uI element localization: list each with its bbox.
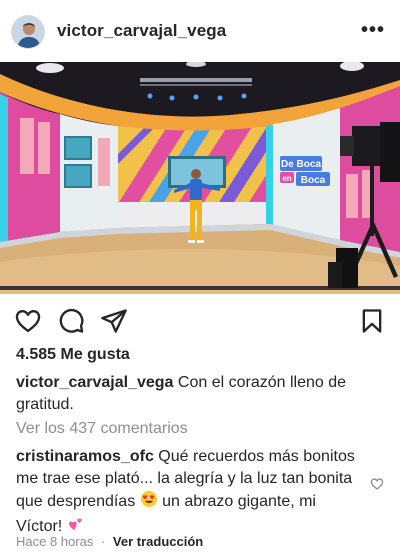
meta-separator: · [100, 534, 106, 549]
see-translation-link[interactable]: Ver traducción [113, 534, 203, 549]
post-meta: Hace 8 horas · Ver traducción [16, 534, 203, 549]
post-header: victor_carvajal_vega ••• [0, 0, 400, 62]
avatar[interactable] [11, 15, 45, 49]
comment: cristinaramos_ofc Qué recuerdos más boni… [16, 446, 361, 540]
likes-count[interactable]: 4.585 Me gusta [16, 346, 130, 364]
bookmark-icon[interactable] [358, 307, 386, 335]
like-heart-icon[interactable] [14, 307, 42, 335]
post-author-username[interactable]: victor_carvajal_vega [57, 21, 226, 41]
send-icon[interactable] [100, 307, 128, 335]
post-timestamp: Hace 8 horas [16, 534, 94, 549]
stage-sign-line2: en [282, 174, 291, 183]
stage-sign-line1: De Boca [281, 159, 321, 170]
post-caption: victor_carvajal_vega Con el corazón llen… [16, 372, 388, 416]
post-actions-bar [0, 294, 400, 344]
view-all-comments-link[interactable]: Ver los 437 comentarios [16, 420, 188, 438]
post-photo[interactable]: De Boca en Boca [0, 62, 400, 294]
comment-like-heart-icon[interactable] [370, 477, 384, 491]
comment-username[interactable]: cristinaramos_ofc [16, 448, 154, 465]
comment-icon[interactable] [57, 307, 85, 335]
caption-username[interactable]: victor_carvajal_vega [16, 374, 173, 391]
heart-eyes-emoji-icon [140, 490, 158, 515]
stage-sign-line3: Boca [301, 175, 326, 186]
more-options-icon[interactable]: ••• [361, 20, 385, 40]
